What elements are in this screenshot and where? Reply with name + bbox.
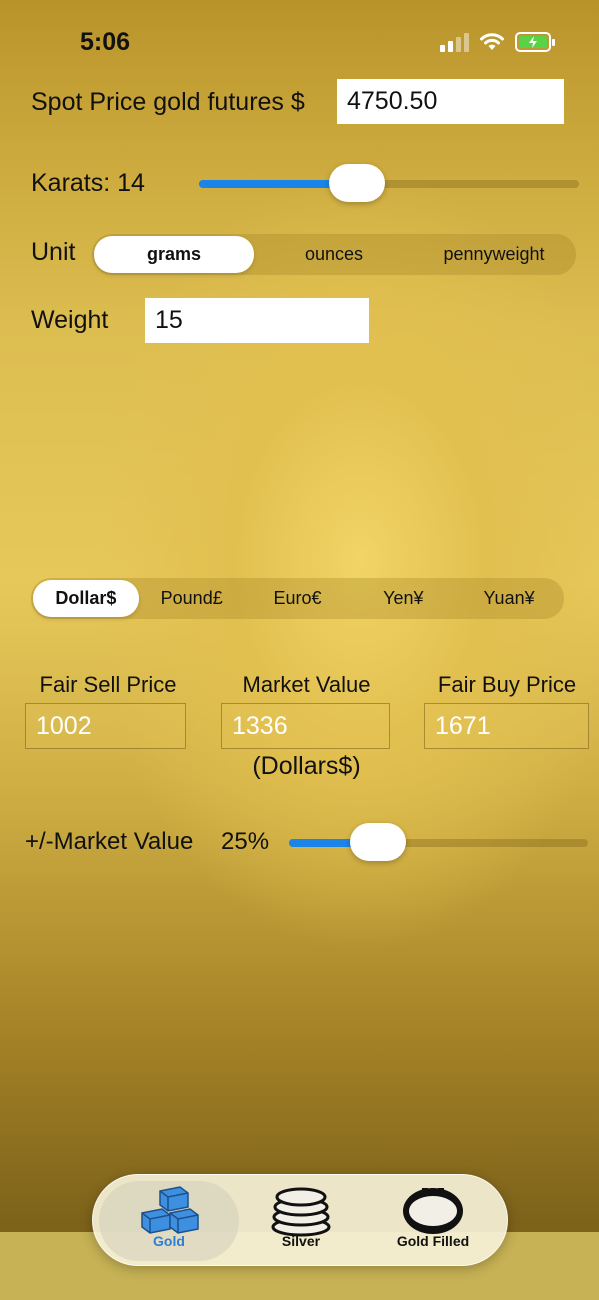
weight-label: Weight bbox=[31, 306, 109, 334]
battery-charging-icon bbox=[515, 32, 555, 52]
gold-bars-icon bbox=[141, 1186, 199, 1234]
currency-option-dollar[interactable]: Dollar$ bbox=[33, 580, 139, 617]
silver-coins-icon bbox=[271, 1187, 331, 1237]
unit-option-pennyweight[interactable]: pennyweight bbox=[414, 236, 574, 273]
currency-option-yen[interactable]: Yen¥ bbox=[350, 580, 456, 617]
karats-slider[interactable] bbox=[199, 164, 579, 202]
market-adjust-slider[interactable] bbox=[289, 823, 588, 861]
spot-price-input[interactable]: 4750.50 bbox=[337, 79, 564, 124]
unit-label: Unit bbox=[31, 238, 76, 266]
fair-buy-value: 1671 bbox=[424, 703, 589, 749]
wifi-icon bbox=[480, 33, 504, 50]
tab-gold[interactable]: Gold bbox=[99, 1181, 239, 1261]
tab-silver[interactable]: Silver bbox=[231, 1181, 371, 1261]
market-adjust-label: +/-Market Value bbox=[25, 828, 194, 855]
cellular-signal-icon bbox=[440, 32, 469, 52]
tab-bar: Gold Silver Gold Filled bbox=[92, 1174, 508, 1266]
fair-buy-label: Fair Buy Price bbox=[437, 672, 577, 697]
market-currency-note: (Dollars$) bbox=[252, 752, 361, 780]
market-value-value: 1336 bbox=[221, 703, 390, 749]
unit-option-ounces[interactable]: ounces bbox=[254, 236, 414, 273]
status-icons bbox=[440, 32, 555, 52]
market-value-label: Market Value bbox=[242, 672, 371, 697]
unit-segmented-control[interactable]: grams ounces pennyweight bbox=[92, 234, 576, 275]
weight-input[interactable]: 15 bbox=[145, 298, 369, 343]
market-adjust-percent: 25% bbox=[221, 828, 270, 855]
fair-sell-label: Fair Sell Price bbox=[39, 672, 177, 697]
currency-segmented-control[interactable]: Dollar$ Pound£ Euro€ Yen¥ Yuan¥ bbox=[31, 578, 564, 619]
karats-label: Karats: 14 bbox=[31, 169, 145, 197]
status-time: 5:06 bbox=[80, 28, 131, 56]
currency-option-pound[interactable]: Pound£ bbox=[139, 580, 245, 617]
tab-gold-filled[interactable]: Gold Filled bbox=[363, 1181, 503, 1261]
fair-sell-value: 1002 bbox=[25, 703, 186, 749]
spot-price-label: Spot Price gold futures $ bbox=[31, 88, 305, 116]
market-adjust-slider-thumb[interactable] bbox=[349, 823, 406, 861]
currency-option-euro[interactable]: Euro€ bbox=[245, 580, 351, 617]
unit-option-grams[interactable]: grams bbox=[94, 236, 254, 273]
currency-option-yuan[interactable]: Yuan¥ bbox=[456, 580, 562, 617]
bracelet-icon bbox=[403, 1188, 463, 1234]
karats-slider-thumb[interactable] bbox=[328, 164, 385, 202]
